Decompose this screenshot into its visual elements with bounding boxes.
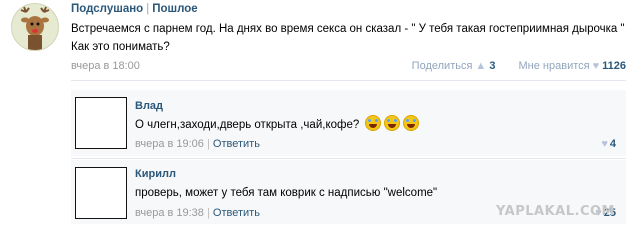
comment-meta: вчера в 19:38 | Ответить (135, 207, 260, 219)
meta-separator: | (206, 207, 210, 219)
laughing-emoji-icon (384, 115, 401, 131)
divider (71, 158, 626, 159)
comment-text: О члегн,заходи,дверь открыта ,чай,кофе? (135, 115, 420, 133)
divider (71, 80, 626, 81)
comment-text: проверь, может у тебя там коврик с надпи… (135, 187, 438, 199)
heart-icon: ♥ (592, 60, 600, 73)
group-name-link[interactable]: Подслушано (71, 3, 143, 15)
comment-date[interactable]: вчера в 19:38 (135, 207, 204, 219)
comment-text-content: О члегн,заходи,дверь открыта ,чай,кофе? (135, 119, 360, 131)
post-date[interactable]: вчера в 18:00 (71, 60, 140, 72)
share-button[interactable]: Поделиться ▲ 3 (412, 60, 499, 72)
group-separator: | (146, 3, 150, 15)
like-button[interactable]: Мне нравится ♥ 1126 (519, 60, 627, 72)
laughing-emoji-icon (403, 115, 420, 131)
meta-separator: | (206, 138, 210, 150)
group-tag-link[interactable]: Пошлое (152, 3, 197, 15)
comment-date[interactable]: вчера в 19:06 (135, 138, 204, 150)
group-avatar[interactable] (11, 3, 59, 51)
comment-meta: вчера в 19:06 | Ответить (135, 138, 260, 150)
comment-author[interactable]: Влад (135, 100, 163, 112)
laughing-emoji-icon (365, 115, 382, 131)
comment-item: Влад О члегн,заходи,дверь открыта ,чай,к… (71, 90, 626, 156)
comment-author[interactable]: Кирилл (135, 168, 176, 180)
watermark: YAPLAKAL.COM (496, 204, 615, 219)
comment-avatar[interactable] (75, 167, 127, 219)
share-label: Поделиться (411, 60, 473, 73)
heart-icon: ♥ (601, 138, 608, 150)
share-count: 3 (489, 60, 496, 73)
reply-button[interactable]: Ответить (213, 138, 260, 150)
deer-icon (20, 6, 50, 50)
post-header: Подслушано | Пошлое (71, 3, 198, 15)
reply-button[interactable]: Ответить (213, 207, 260, 219)
comment-like-count: 4 (609, 138, 616, 150)
like-count: 1126 (602, 60, 626, 73)
post-text: Встречаемся с парнем год. На днях во вре… (71, 23, 625, 53)
comment-avatar[interactable] (75, 97, 127, 149)
like-label: Мне нравится (518, 60, 590, 73)
megaphone-icon: ▲ (475, 60, 487, 73)
comment-like-button[interactable]: ♥ 4 (601, 138, 616, 150)
post-actions: Поделиться ▲ 3 Мне нравится ♥ 1126 (412, 60, 626, 72)
